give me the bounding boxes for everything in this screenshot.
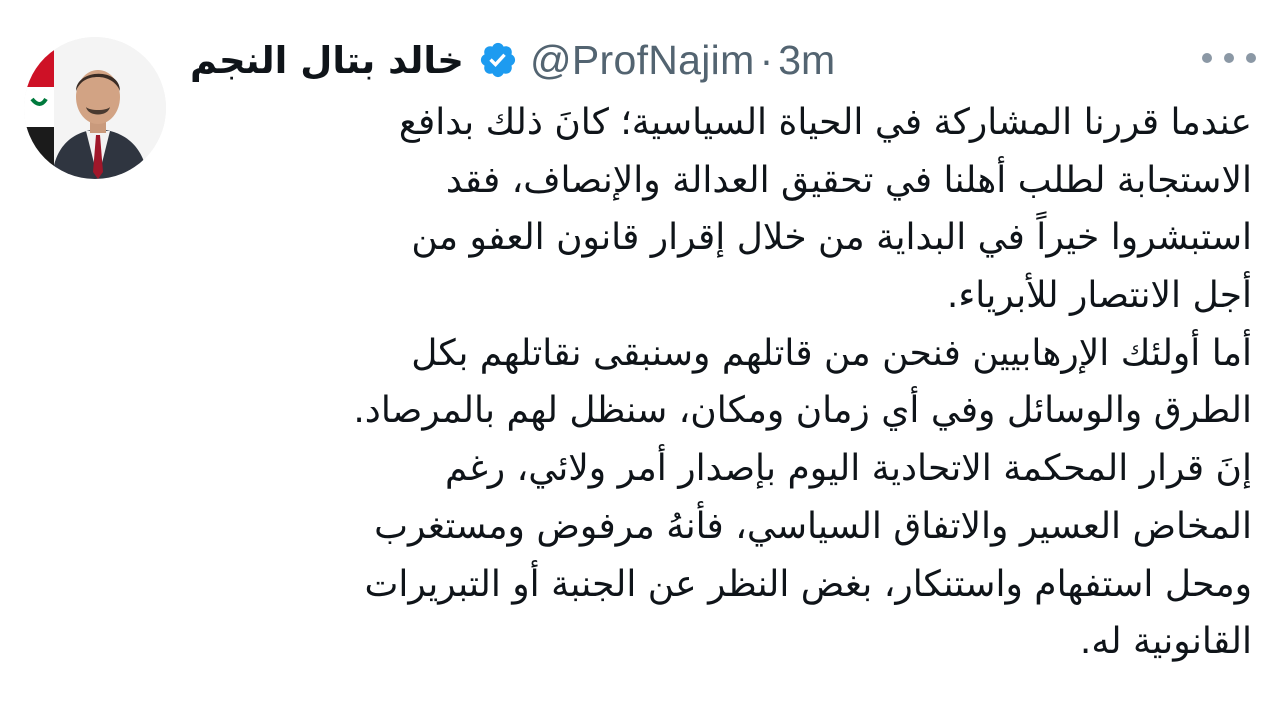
tweet-text-line: ومحل استفهام واستنكار، بغض النظر عن الجن… — [364, 563, 1252, 605]
tweet-text-line: الاستجابة لطلب أهلنا في تحقيق العدالة وا… — [445, 159, 1252, 201]
tweet-text-line: أما أولئك الإرهابيين فنحن من قاتلهم وسنب… — [411, 332, 1252, 374]
verified-badge-icon — [478, 40, 518, 80]
tweet-text: عندما قررنا المشاركة في الحياة السياسية؛… — [172, 94, 1252, 671]
author-handle[interactable]: @ProfNajim — [530, 37, 755, 84]
more-dot — [1202, 53, 1212, 63]
avatar-photo — [24, 37, 166, 179]
more-dot — [1246, 53, 1256, 63]
tweet: خالد بتال النجم @ProfNajim · 3m عندما قر… — [0, 0, 1280, 728]
tweet-header: خالد بتال النجم @ProfNajim · 3m — [190, 30, 835, 90]
author-display-name[interactable]: خالد بتال النجم — [190, 39, 464, 82]
tweet-text-line: إنَ قرار المحكمة الاتحادية اليوم بإصدار … — [444, 448, 1252, 490]
header-separator: · — [759, 36, 774, 83]
tweet-text-line: المخاض العسير والاتفاق السياسي، فأنهُ مر… — [374, 505, 1252, 547]
tweet-text-line: الطرق والوسائل وفي أي زمان ومكان، سنظل ل… — [353, 390, 1252, 432]
more-options-icon[interactable] — [1202, 46, 1256, 70]
tweet-text-line: استبشروا خيراً في البداية من خلال إقرار … — [411, 217, 1252, 259]
avatar[interactable] — [24, 37, 166, 179]
tweet-text-line: عندما قررنا المشاركة في الحياة السياسية؛… — [398, 102, 1252, 143]
tweet-timestamp[interactable]: 3m — [778, 37, 835, 84]
tweet-text-line: القانونية له. — [1079, 621, 1252, 663]
tweet-text-line: أجل الانتصار للأبرياء. — [946, 275, 1252, 317]
more-dot — [1224, 53, 1234, 63]
